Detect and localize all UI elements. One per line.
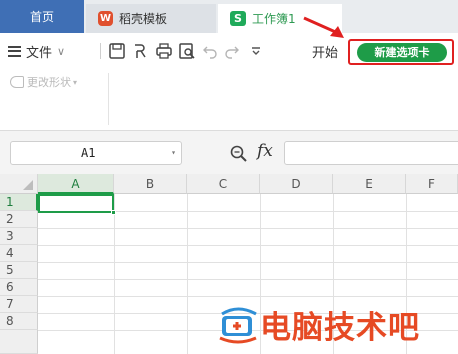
- column-header[interactable]: D: [260, 174, 333, 194]
- formula-input[interactable]: [284, 141, 458, 165]
- column-header[interactable]: A: [38, 174, 114, 194]
- row-header-partial[interactable]: [0, 330, 38, 354]
- divider: [100, 43, 101, 59]
- row-header[interactable]: 7: [0, 296, 38, 313]
- fill-handle[interactable]: [111, 210, 116, 215]
- export-icon[interactable]: [131, 42, 149, 60]
- column-header[interactable]: B: [114, 174, 187, 194]
- grid-line: [38, 262, 458, 263]
- row-header[interactable]: 3: [0, 228, 38, 245]
- insert-function-button[interactable]: fx: [257, 141, 273, 161]
- computer-logo-icon: [219, 307, 257, 343]
- column-header[interactable]: E: [333, 174, 406, 194]
- chevron-down-icon: ▾: [171, 148, 176, 157]
- grid-line: [187, 194, 188, 354]
- selected-cell-a1[interactable]: [38, 194, 116, 215]
- wps-logo-icon: W: [98, 11, 113, 26]
- zoom-icon[interactable]: [229, 144, 248, 163]
- tab-home-label: 首页: [29, 10, 54, 24]
- select-all-corner[interactable]: [0, 174, 38, 194]
- dropdown-arrow-icon: ▾: [73, 77, 78, 87]
- redo-icon[interactable]: [223, 42, 241, 60]
- tab-workbook-label: 工作簿1: [252, 12, 296, 26]
- grid-line: [114, 194, 115, 354]
- row-header[interactable]: 6: [0, 279, 38, 296]
- undo-icon[interactable]: [201, 42, 219, 60]
- tab-home[interactable]: 首页: [0, 0, 84, 33]
- grid-line: [38, 228, 458, 229]
- row-header[interactable]: 4: [0, 245, 38, 262]
- wps-spreadsheet-window: 首页 W 稻壳模板 S 工作簿1 文件 ∨ 开始 新建选项卡 更改形状 ▾ A1…: [0, 0, 458, 354]
- row-header[interactable]: 1: [0, 194, 38, 211]
- shape-icon: [10, 76, 24, 88]
- file-menu-label: 文件: [26, 45, 53, 61]
- save-icon[interactable]: [108, 42, 126, 60]
- file-menu[interactable]: 文件 ∨: [8, 41, 65, 61]
- row-header[interactable]: 8: [0, 313, 38, 330]
- print-icon[interactable]: [155, 42, 173, 60]
- toolbar: 文件 ∨ 开始 新建选项卡 更改形状 ▾: [0, 33, 458, 131]
- customize-toolbar-icon[interactable]: [247, 42, 265, 60]
- spreadsheet-icon: S: [230, 11, 246, 26]
- menu-icon: [8, 45, 21, 57]
- change-shape-label: 更改形状: [27, 76, 71, 89]
- name-box[interactable]: A1 ▾: [10, 141, 182, 165]
- watermark-text: 电脑技术吧: [260, 310, 420, 346]
- tab-template[interactable]: W 稻壳模板: [86, 4, 216, 33]
- print-preview-icon[interactable]: [178, 42, 196, 60]
- grid-line: [38, 245, 458, 246]
- tab-bar: 首页 W 稻壳模板 S 工作簿1: [0, 0, 458, 33]
- grid-line: [38, 279, 458, 280]
- grid-line: [38, 296, 458, 297]
- column-header[interactable]: C: [187, 174, 260, 194]
- annotation-arrow-icon: [303, 16, 344, 38]
- formula-bar: A1 ▾ fx: [0, 131, 458, 174]
- row-header[interactable]: 5: [0, 262, 38, 279]
- column-header[interactable]: F: [406, 174, 458, 194]
- change-shape-button[interactable]: 更改形状 ▾: [10, 74, 77, 90]
- group-divider: [108, 73, 109, 125]
- watermark: 电脑技术吧: [216, 302, 420, 347]
- row-header[interactable]: 2: [0, 211, 38, 228]
- tab-template-label: 稻壳模板: [119, 12, 168, 26]
- new-tab-button[interactable]: 新建选项卡: [357, 43, 447, 62]
- name-box-value: A1: [81, 146, 96, 160]
- quick-access-row: 文件 ∨ 开始 新建选项卡: [0, 39, 458, 65]
- chevron-down-icon: ∨: [57, 44, 66, 58]
